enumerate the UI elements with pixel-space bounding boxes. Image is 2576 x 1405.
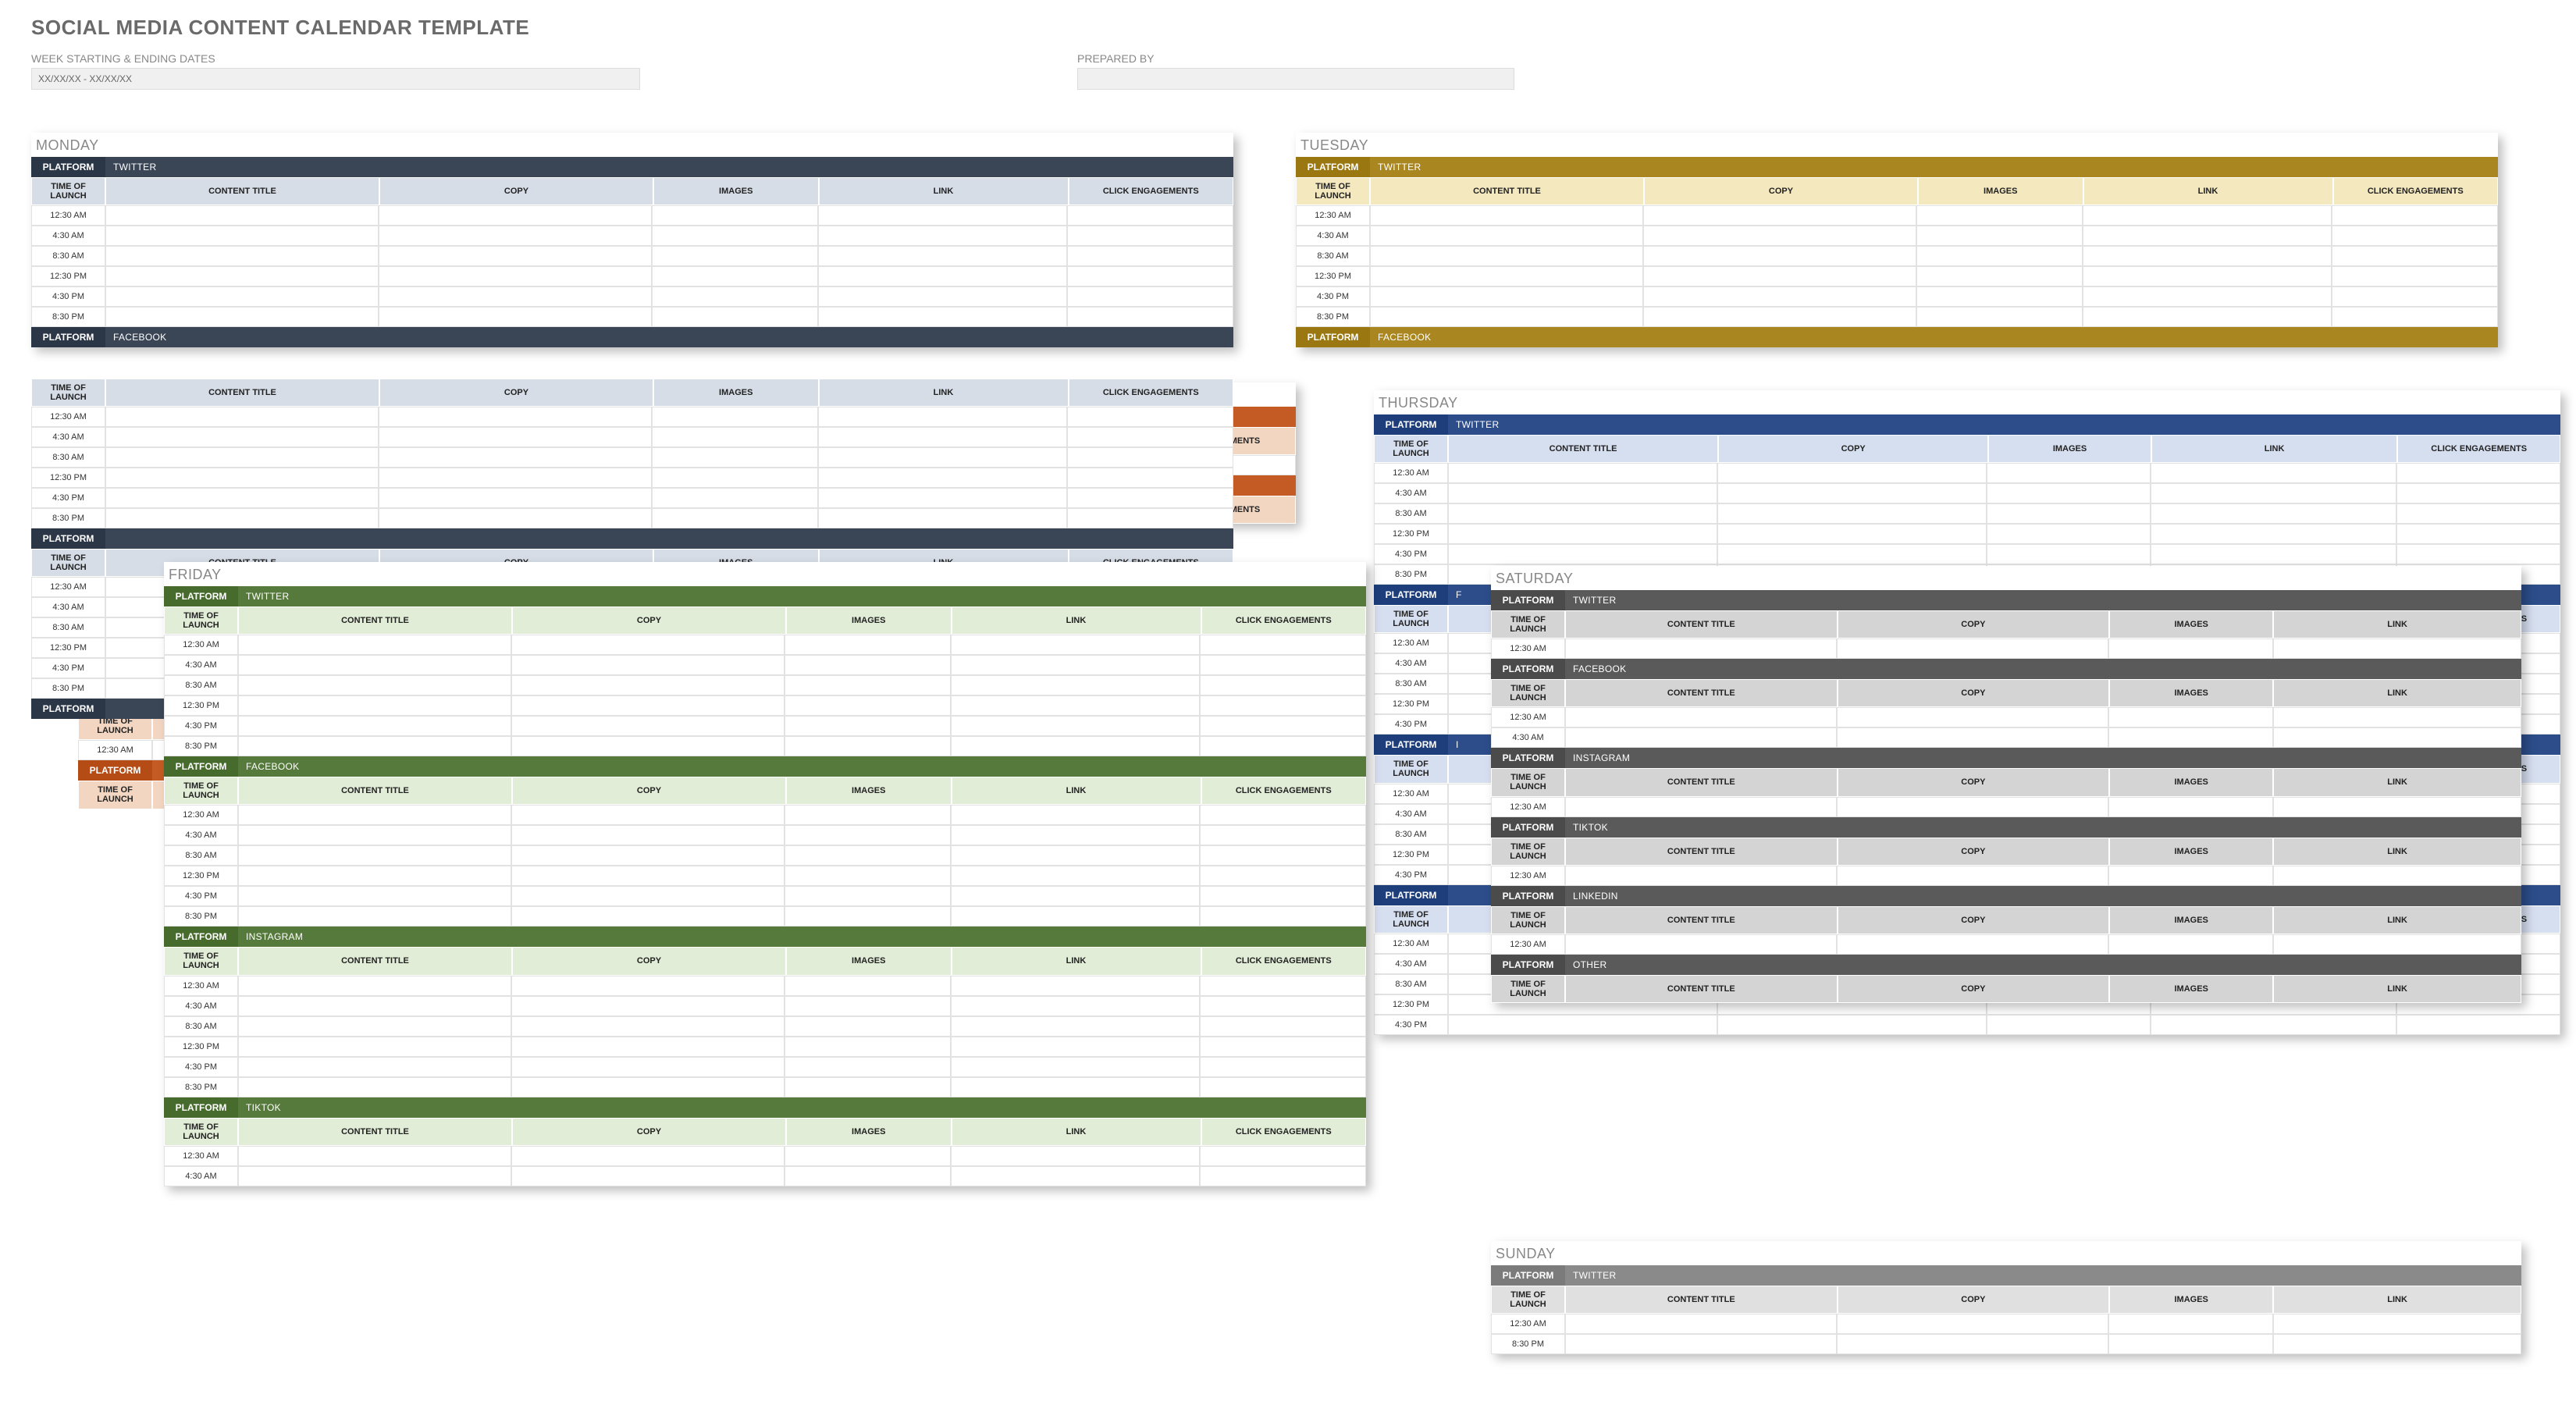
data-row: 4:30 AM — [1296, 226, 2498, 246]
data-row: 4:30 PM — [164, 1057, 1366, 1077]
platform-row: PLATFORM TWITTER — [31, 157, 1233, 177]
day-title: MONDAY — [31, 133, 1233, 157]
data-row: 8:30 PM — [31, 508, 1233, 528]
data-row: 8:30 AM — [31, 447, 1233, 468]
platform-row: PLATFORM — [31, 528, 1233, 549]
data-row: 12:30 AM — [1491, 934, 2521, 955]
data-row: 4:30 PM — [31, 286, 1233, 307]
data-row: 12:30 AM — [1491, 866, 2521, 886]
data-row: 4:30 AM — [164, 996, 1366, 1016]
prepared-label: PREPARED BY — [1077, 52, 1514, 65]
data-row: 12:30 PM — [164, 1037, 1366, 1057]
data-row: 12:30 AM — [1491, 707, 2521, 727]
data-row: 8:30 AM — [1296, 246, 2498, 266]
platform-row: PLATFORM FACEBOOK — [164, 756, 1366, 777]
platform-row: PLATFORM LINKEDIN — [1491, 886, 2521, 906]
data-row: 12:30 AM — [164, 1146, 1366, 1166]
data-row: 12:30 AM — [164, 635, 1366, 655]
data-row: 8:30 AM — [164, 845, 1366, 866]
data-row: 12:30 AM — [1491, 797, 2521, 817]
data-row: 8:30 PM — [164, 906, 1366, 927]
dates-input[interactable] — [31, 68, 640, 90]
day-title: THURSDAY — [1374, 390, 2560, 414]
data-row: 12:30 AM — [164, 805, 1366, 825]
platform-row: PLATFORM INSTAGRAM — [164, 927, 1366, 947]
data-row: 12:30 PM — [164, 695, 1366, 716]
data-row: 4:30 AM — [164, 1166, 1366, 1186]
day-card-fri: FRIDAY PLATFORM TWITTER TIME OF LAUNCH C… — [164, 562, 1366, 1186]
data-row: 4:30 PM — [31, 488, 1233, 508]
day-title: SUNDAY — [1491, 1241, 2521, 1265]
platform-row: PLATFORM TIKTOK — [1491, 817, 2521, 838]
data-row: 12:30 AM — [164, 976, 1366, 996]
platform-row: PLATFORM TWITTER — [1296, 157, 2498, 177]
platform-row: PLATFORM TWITTER — [1491, 590, 2521, 610]
data-row: 4:30 AM — [164, 655, 1366, 675]
data-row: 12:30 PM — [31, 266, 1233, 286]
data-row: 12:30 PM — [31, 468, 1233, 488]
data-row: 4:30 PM — [1296, 286, 2498, 307]
data-row: 8:30 PM — [164, 1077, 1366, 1097]
day-title: SATURDAY — [1491, 566, 2521, 590]
platform-row: PLATFORM OTHER — [1491, 955, 2521, 975]
day-title: TUESDAY — [1296, 133, 2498, 157]
data-row: 4:30 AM — [31, 427, 1233, 447]
data-row: 8:30 PM — [1491, 1334, 2521, 1354]
data-row: 12:30 AM — [31, 205, 1233, 226]
data-row: 4:30 AM — [1491, 727, 2521, 748]
data-row: 8:30 AM — [164, 1016, 1366, 1037]
data-row: 4:30 AM — [1374, 483, 2560, 503]
day-card-tue: TUESDAY PLATFORM TWITTER TIME OF LAUNCH … — [1296, 133, 2498, 347]
data-row: 12:30 AM — [31, 407, 1233, 427]
data-row: 4:30 AM — [31, 226, 1233, 246]
day-card-sun: SUNDAY PLATFORM TWITTER TIME OF LAUNCH C… — [1491, 1241, 2521, 1354]
platform-row: PLATFORM FACEBOOK — [1296, 327, 2498, 347]
data-row: 8:30 AM — [31, 246, 1233, 266]
data-row: 12:30 AM — [1374, 463, 2560, 483]
platform-row: PLATFORM TWITTER — [164, 586, 1366, 606]
platform-row: PLATFORM TWITTER — [1491, 1265, 2521, 1286]
day-card-mon: MONDAY PLATFORM TWITTER TIME OF LAUNCH C… — [31, 133, 1233, 347]
page-title: SOCIAL MEDIA CONTENT CALENDAR TEMPLATE — [0, 0, 2576, 46]
data-row: 8:30 AM — [1374, 503, 2560, 524]
platform-row: PLATFORM TIKTOK — [164, 1097, 1366, 1118]
data-row: 4:30 PM — [164, 716, 1366, 736]
dates-label: WEEK STARTING & ENDING DATES — [31, 52, 640, 65]
data-row: 12:30 PM — [164, 866, 1366, 886]
data-row: 4:30 PM — [164, 886, 1366, 906]
meta-row: WEEK STARTING & ENDING DATES PREPARED BY — [0, 46, 2576, 90]
data-row: 4:30 PM — [1374, 1015, 2560, 1035]
data-row: 8:30 PM — [1296, 307, 2498, 327]
data-row: 8:30 AM — [164, 675, 1366, 695]
day-card-sat: SATURDAY PLATFORM TWITTER TIME OF LAUNCH… — [1491, 566, 2521, 1003]
data-row: 8:30 PM — [164, 736, 1366, 756]
platform-row: PLATFORM INSTAGRAM — [1491, 748, 2521, 768]
data-row: 12:30 PM — [1374, 524, 2560, 544]
data-row: 12:30 AM — [1491, 638, 2521, 659]
data-row: 12:30 PM — [1296, 266, 2498, 286]
prepared-input[interactable] — [1077, 68, 1514, 90]
data-row: 4:30 AM — [164, 825, 1366, 845]
day-title: FRIDAY — [164, 562, 1366, 586]
data-row: 4:30 PM — [1374, 544, 2560, 564]
data-row: 12:30 AM — [1296, 205, 2498, 226]
data-row: 12:30 AM — [1491, 1314, 2521, 1334]
platform-row: PLATFORM FACEBOOK — [31, 327, 1233, 347]
data-row: 8:30 PM — [31, 307, 1233, 327]
platform-row: PLATFORM FACEBOOK — [1491, 659, 2521, 679]
platform-row: PLATFORM TWITTER — [1374, 414, 2560, 435]
